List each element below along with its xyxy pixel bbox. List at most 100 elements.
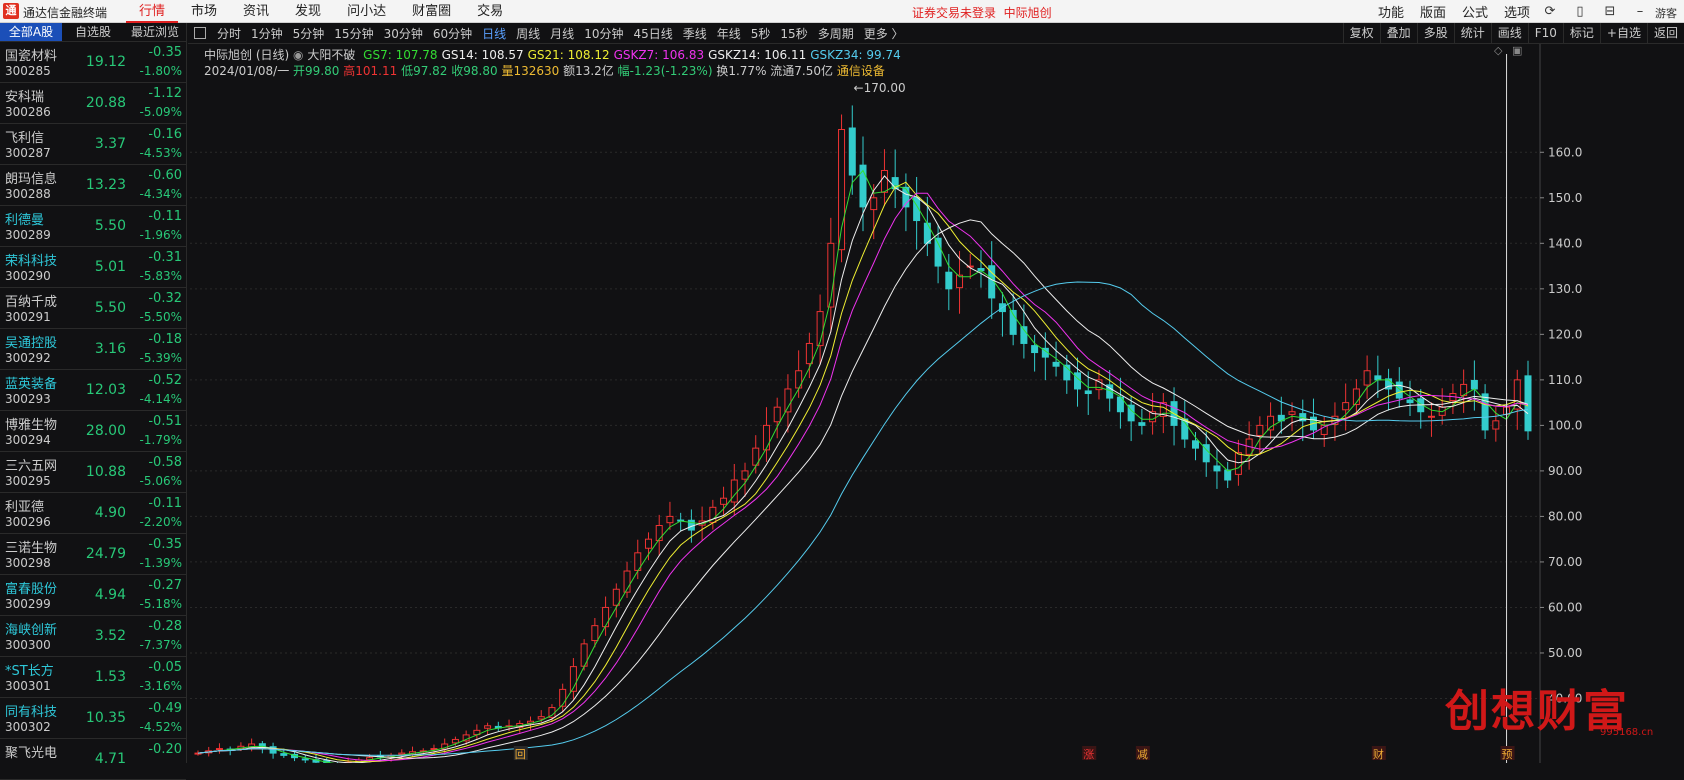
chart-tool-button[interactable]: 画线: [1490, 23, 1528, 44]
period-tab[interactable]: 10分钟: [579, 25, 628, 42]
stock-change: -0.05: [148, 660, 182, 675]
period-tab[interactable]: 周线: [511, 25, 545, 42]
period-tab[interactable]: 年线: [712, 25, 746, 42]
chart-tool-button[interactable]: 返回: [1646, 23, 1684, 44]
main-menu: 行情 市场 资讯 发现 问小达 财富圈 交易: [126, 0, 516, 23]
period-tab[interactable]: 更多 〉: [859, 25, 909, 42]
y-tick-label: 60.00: [1548, 600, 1582, 614]
stock-row[interactable]: 三六五网 300295 10.88 -0.58 -5.06%: [0, 452, 186, 493]
menu-market[interactable]: 市场: [178, 0, 230, 23]
chart-tool-button[interactable]: 多股: [1416, 23, 1454, 44]
stock-row[interactable]: 利亚德 300296 4.90 -0.11 -2.20%: [0, 493, 186, 534]
notice-text[interactable]: 证券交易未登录: [912, 6, 996, 20]
stock-row[interactable]: 聚飞光电 4.71 -0.20: [0, 739, 186, 780]
stock-name: 利亚德: [5, 500, 45, 515]
period-tab[interactable]: 60分钟: [428, 25, 477, 42]
candle-body: [1084, 390, 1092, 395]
guest-label[interactable]: 游客: [1655, 5, 1677, 21]
period-tab[interactable]: 15分钟: [329, 25, 378, 42]
candle-body: [741, 470, 749, 480]
stock-price: 3.37: [94, 136, 126, 152]
stock-row[interactable]: 博雅生物 300294 28.00 -0.51 -1.79%: [0, 411, 186, 452]
stock-row[interactable]: 利德曼 300289 5.50 -0.11 -1.96%: [0, 206, 186, 247]
period-toolbar: 分时 1分钟 5分钟 15分钟 30分钟 60分钟 日线 周线 月线 10分钟 45日线 季线 年线 5秒…: [188, 23, 1684, 44]
stock-row[interactable]: 蓝英装备 300293 12.03 -0.52 -4.14%: [0, 370, 186, 411]
period-tab[interactable]: 15秒: [775, 25, 812, 42]
stock-name: 利德曼: [5, 213, 45, 228]
y-tick-label: 130.0: [1548, 282, 1582, 296]
period-tab[interactable]: 1分钟: [246, 25, 288, 42]
event-marker: 预: [1502, 748, 1513, 761]
period-tab[interactable]: 日线: [477, 25, 511, 42]
stock-row[interactable]: 同有科技 300302 10.35 -0.49 -4.52%: [0, 698, 186, 739]
stock-price: 3.52: [94, 628, 126, 644]
stock-row[interactable]: 荣科科技 300290 5.01 -0.31 -5.83%: [0, 247, 186, 288]
candle-body: [838, 129, 846, 251]
stock-name: 海峡创新: [5, 623, 58, 638]
candle-body: [1138, 422, 1146, 426]
chart-tool-button[interactable]: 标记: [1562, 23, 1600, 44]
chart-tool-button[interactable]: 复权: [1342, 23, 1380, 44]
notice-stock-link[interactable]: 中际旭创: [1004, 6, 1052, 20]
menu-ask[interactable]: 问小达: [334, 0, 399, 23]
login-notice[interactable]: 证券交易未登录 中际旭创: [912, 4, 1052, 21]
period-tab[interactable]: 5分钟: [288, 25, 330, 42]
event-marker: 回: [515, 748, 526, 761]
menu-quotes[interactable]: 行情: [126, 0, 179, 23]
candle-body: [484, 725, 492, 729]
menu-discover[interactable]: 发现: [282, 0, 334, 23]
stock-row[interactable]: 飞利信 300287 3.37 -0.16 -4.53%: [0, 124, 186, 165]
chart-tool-button[interactable]: 叠加: [1379, 23, 1417, 44]
menu-options[interactable]: 选项: [1496, 2, 1538, 21]
chart-tool-button[interactable]: 统计: [1453, 23, 1491, 44]
candle-body: [1342, 402, 1350, 411]
period-tab[interactable]: 月线: [545, 25, 579, 42]
period-tab[interactable]: 分时: [212, 25, 246, 42]
stock-row[interactable]: *ST长方 300301 1.53 -0.05 -3.16%: [0, 657, 186, 698]
refresh-icon[interactable]: ⟳: [1535, 4, 1565, 19]
tab-watchlist[interactable]: 自选股: [62, 23, 124, 41]
tab-all-a-shares[interactable]: 全部A股: [0, 23, 62, 41]
stock-row[interactable]: 国瓷材料 300285 19.12 -0.35 -1.80%: [0, 42, 186, 83]
stock-row[interactable]: 百纳千成 300291 5.50 -0.32 -5.50%: [0, 288, 186, 329]
tab-recent[interactable]: 最近浏览: [124, 23, 186, 41]
stock-code: 300293: [5, 392, 51, 406]
stock-price: 4.90: [94, 505, 126, 521]
menu-wealth-circle[interactable]: 财富圈: [399, 0, 464, 23]
stock-change-pct: -5.39%: [139, 351, 182, 365]
stock-row[interactable]: 安科瑞 300286 20.88 -1.12 -5.09%: [0, 83, 186, 124]
stock-change: -0.52: [148, 373, 182, 388]
menu-function[interactable]: 功能: [1370, 2, 1412, 21]
stock-row[interactable]: 吴通控股 300292 3.16 -0.18 -5.39%: [0, 329, 186, 370]
kline-chart[interactable]: 160.0 150.0 140.0 130.0 120.0 110.0 100.0 90.00…: [188, 44, 1684, 763]
menu-layout[interactable]: 版面: [1412, 2, 1454, 21]
stock-code: 300301: [5, 679, 51, 693]
candle-body: [559, 688, 567, 707]
menu-trade[interactable]: 交易: [464, 0, 516, 23]
candle-body: [1234, 452, 1242, 475]
stock-change-pct: -4.52%: [139, 720, 182, 734]
y-tick-label: 120.0: [1548, 327, 1582, 341]
lock-icon[interactable]: ⊟: [1595, 4, 1625, 19]
chart-tools: 复权 叠加 多股 统计 画线 F10 标记 +自选 返回: [1342, 23, 1684, 44]
stock-row[interactable]: 富春股份 300299 4.94 -0.27 -5.18%: [0, 575, 186, 616]
stock-code: 300296: [5, 515, 51, 529]
chart-tool-button[interactable]: +自选: [1599, 23, 1647, 44]
period-tab[interactable]: 季线: [678, 25, 712, 42]
stock-code: 300292: [5, 351, 51, 365]
panel-toggle-icon[interactable]: [194, 27, 206, 39]
chart-tool-button[interactable]: F10: [1527, 23, 1563, 44]
stock-price: 13.23: [85, 177, 126, 193]
stock-row[interactable]: 朗玛信息 300288 13.23 -0.60 -4.34%: [0, 165, 186, 206]
phone-icon[interactable]: ▯: [1565, 4, 1595, 19]
stock-row[interactable]: 海峡创新 300300 3.52 -0.28 -7.37%: [0, 616, 186, 657]
period-tab[interactable]: 多周期: [813, 25, 859, 42]
menu-news[interactable]: 资讯: [230, 0, 282, 23]
minimize-icon[interactable]: –: [1625, 4, 1655, 19]
period-tab[interactable]: 45日线: [628, 25, 677, 42]
candle-body: [1213, 465, 1221, 472]
period-tab[interactable]: 5秒: [746, 25, 776, 42]
stock-row[interactable]: 三诺生物 300298 24.79 -0.35 -1.39%: [0, 534, 186, 575]
menu-formula[interactable]: 公式: [1454, 2, 1496, 21]
period-tab[interactable]: 30分钟: [379, 25, 428, 42]
